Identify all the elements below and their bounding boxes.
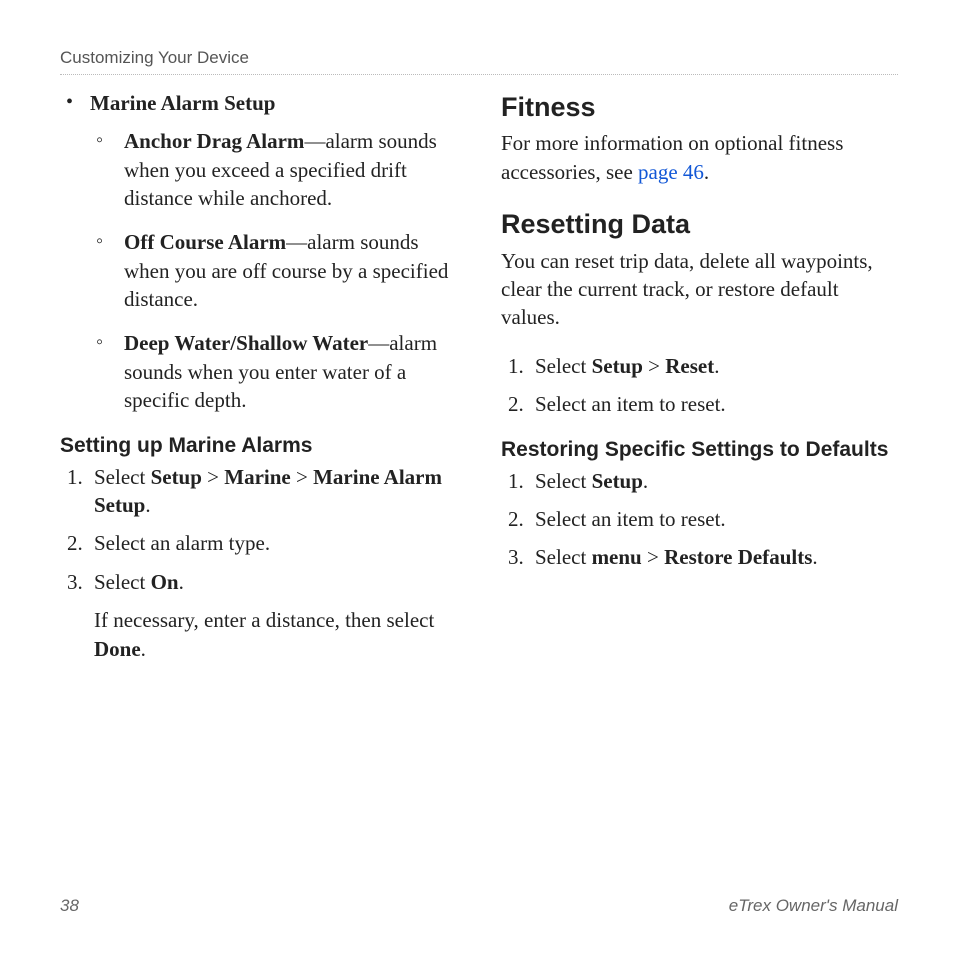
step-text: .: [141, 637, 146, 661]
marine-alarm-list: Marine Alarm Setup Anchor Drag Alarm—ala…: [60, 89, 457, 414]
restore-defaults-label: Restore Defaults: [664, 545, 812, 569]
fitness-body: For more information on optional fitness…: [501, 129, 898, 186]
step-text: >: [643, 354, 665, 378]
right-column: Fitness For more information on optional…: [501, 89, 898, 673]
step-text: .: [714, 354, 719, 378]
step-text: Select: [535, 354, 592, 378]
list-item: Select an alarm type.: [88, 529, 457, 557]
resetting-data-heading: Resetting Data: [501, 206, 898, 242]
deep-water-term: Deep Water/Shallow Water: [124, 331, 368, 355]
step-text: >: [291, 465, 313, 489]
setup-label: Setup: [151, 465, 202, 489]
step-extra: If necessary, enter a distance, then sel…: [94, 606, 457, 663]
setting-marine-alarms-heading: Setting up Marine Alarms: [60, 432, 457, 460]
page-number: 38: [60, 896, 79, 916]
reset-label: Reset: [665, 354, 714, 378]
menu-label: menu: [592, 545, 642, 569]
step-text: .: [145, 493, 150, 517]
list-item: Select Setup.: [529, 467, 898, 495]
list-item: Select On. If necessary, enter a distanc…: [88, 568, 457, 663]
list-item: Select Setup > Marine > Marine Alarm Set…: [88, 463, 457, 520]
on-label: On: [151, 570, 179, 594]
list-item: Select an item to reset.: [529, 505, 898, 533]
list-item: Off Course Alarm—alarm sounds when you a…: [90, 228, 457, 313]
fitness-heading: Fitness: [501, 89, 898, 125]
step-text: Select: [535, 469, 592, 493]
step-text: .: [643, 469, 648, 493]
left-column: Marine Alarm Setup Anchor Drag Alarm—ala…: [60, 89, 457, 673]
restore-steps: Select Setup. Select an item to reset. S…: [501, 467, 898, 572]
list-item: Deep Water/Shallow Water—alarm sounds wh…: [90, 329, 457, 414]
list-item: Select an item to reset.: [529, 390, 898, 418]
step-text: Select: [94, 570, 151, 594]
step-text: .: [179, 570, 184, 594]
fitness-text: .: [704, 160, 709, 184]
list-item: Select Setup > Reset.: [529, 352, 898, 380]
list-item: Select menu > Restore Defaults.: [529, 543, 898, 571]
step-text: Select: [94, 465, 151, 489]
marine-label: Marine: [224, 465, 290, 489]
off-course-term: Off Course Alarm: [124, 230, 286, 254]
marine-alarm-setup-label: Marine Alarm Setup: [90, 91, 275, 115]
dash: —: [286, 230, 307, 254]
step-text: If necessary, enter a distance, then sel…: [94, 608, 434, 632]
restoring-heading: Restoring Specific Settings to Defaults: [501, 436, 898, 464]
manual-title: eTrex Owner's Manual: [729, 896, 898, 916]
page-header: Customizing Your Device: [60, 48, 898, 75]
resetting-data-body: You can reset trip data, delete all wayp…: [501, 247, 898, 332]
step-text: .: [812, 545, 817, 569]
sub-list: Anchor Drag Alarm—alarm sounds when you …: [90, 127, 457, 414]
step-text: >: [202, 465, 224, 489]
setup-label: Setup: [592, 354, 643, 378]
step-text: Select: [535, 545, 592, 569]
list-item: Anchor Drag Alarm—alarm sounds when you …: [90, 127, 457, 212]
done-label: Done: [94, 637, 141, 661]
anchor-drag-term: Anchor Drag Alarm: [124, 129, 304, 153]
reset-steps: Select Setup > Reset. Select an item to …: [501, 352, 898, 419]
list-item: Marine Alarm Setup Anchor Drag Alarm—ala…: [60, 89, 457, 414]
manual-page: Customizing Your Device Marine Alarm Set…: [0, 0, 954, 954]
setting-marine-alarms-steps: Select Setup > Marine > Marine Alarm Set…: [60, 463, 457, 663]
page-46-link[interactable]: page 46: [638, 160, 704, 184]
columns: Marine Alarm Setup Anchor Drag Alarm—ala…: [60, 89, 898, 673]
setup-label: Setup: [592, 469, 643, 493]
step-text: >: [642, 545, 664, 569]
dash: —: [368, 331, 389, 355]
dash: —: [304, 129, 325, 153]
page-footer: 38 eTrex Owner's Manual: [60, 896, 898, 916]
